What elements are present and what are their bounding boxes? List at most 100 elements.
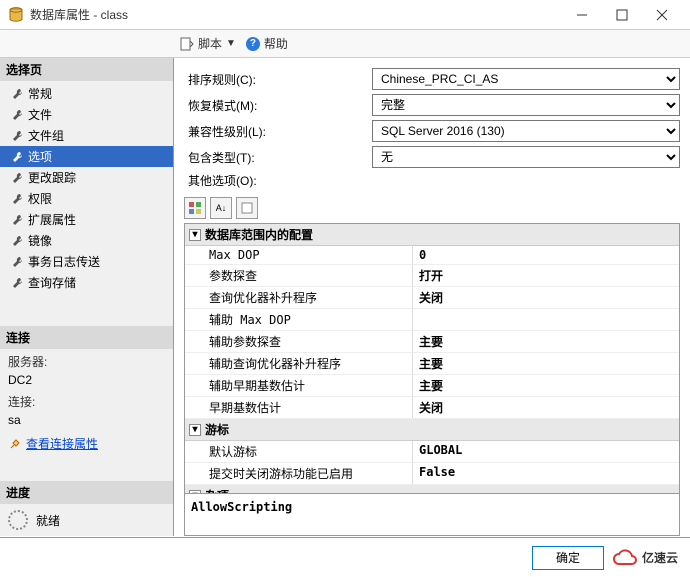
server-label: 服务器: bbox=[8, 353, 165, 371]
prop-name: Max DOP bbox=[185, 246, 413, 264]
sidebar: 选择页 常规 文件 文件组 选项 更改跟踪 权限 扩展属性 镜像 事务日志传送 … bbox=[0, 58, 174, 536]
wrench-icon bbox=[12, 214, 24, 226]
prop-value[interactable]: GLOBAL bbox=[413, 441, 679, 462]
wrench-icon bbox=[12, 235, 24, 247]
prop-name: 辅助早期基数估计 bbox=[185, 375, 413, 396]
current-property-description: AllowScripting bbox=[184, 494, 680, 536]
prop-name: 早期基数估计 bbox=[185, 397, 413, 418]
prop-name: 辅助查询优化器补升程序 bbox=[185, 353, 413, 374]
prop-value[interactable]: 关闭 bbox=[413, 397, 679, 418]
sidebar-item-options[interactable]: 选项 bbox=[0, 146, 173, 167]
cloud-icon bbox=[612, 549, 640, 567]
connection-header: 连接 bbox=[0, 326, 173, 349]
category-scoped-config[interactable]: ▾ 数据库范围内的配置 bbox=[185, 224, 679, 246]
az-icon: A↓ bbox=[216, 203, 227, 213]
page-icon bbox=[241, 202, 253, 214]
compat-row: 兼容性级别(L): SQL Server 2016 (130) bbox=[184, 120, 680, 142]
sidebar-item-permissions[interactable]: 权限 bbox=[0, 188, 173, 209]
other-options-row: 其他选项(O): bbox=[184, 172, 680, 189]
ok-button[interactable]: 确定 bbox=[532, 546, 604, 570]
chevron-down-icon: ▼ bbox=[226, 38, 236, 49]
categorized-button[interactable] bbox=[184, 197, 206, 219]
spinner-icon bbox=[8, 510, 28, 530]
recovery-label: 恢复模式(M): bbox=[184, 97, 372, 114]
category-label: 数据库范围内的配置 bbox=[205, 226, 313, 243]
conn-value: sa bbox=[8, 411, 165, 429]
prop-name: 查询优化器补升程序 bbox=[185, 287, 413, 308]
wrench-icon bbox=[12, 151, 24, 163]
containment-label: 包含类型(T): bbox=[184, 149, 372, 166]
sidebar-item-query-store[interactable]: 查询存储 bbox=[0, 272, 173, 293]
category-cursor[interactable]: ▾ 游标 bbox=[185, 419, 679, 441]
prop-name: 默认游标 bbox=[185, 441, 413, 462]
help-button[interactable]: ? 帮助 bbox=[246, 35, 288, 52]
compat-select[interactable]: SQL Server 2016 (130) bbox=[372, 120, 680, 142]
alphabetical-button[interactable]: A↓ bbox=[210, 197, 232, 219]
maximize-button[interactable] bbox=[602, 1, 642, 29]
sidebar-item-ext-props[interactable]: 扩展属性 bbox=[0, 209, 173, 230]
help-label: 帮助 bbox=[264, 35, 288, 52]
prop-row[interactable]: 辅助 Max DOP bbox=[185, 309, 679, 331]
prop-value[interactable]: 主要 bbox=[413, 375, 679, 396]
close-button[interactable] bbox=[642, 1, 682, 29]
sidebar-item-general[interactable]: 常规 bbox=[0, 83, 173, 104]
other-options-label: 其他选项(O): bbox=[184, 172, 372, 189]
prop-value[interactable]: 主要 bbox=[413, 353, 679, 374]
category-misc[interactable]: ▾杂项 bbox=[185, 485, 679, 494]
prop-row[interactable]: 查询优化器补升程序关闭 bbox=[185, 287, 679, 309]
collapse-icon[interactable]: ▾ bbox=[189, 229, 201, 241]
prop-value[interactable]: False bbox=[413, 463, 679, 484]
view-conn-props[interactable]: 查看连接属性 bbox=[8, 435, 165, 453]
script-dropdown[interactable]: 脚本 ▼ bbox=[180, 35, 236, 52]
prop-value[interactable]: 打开 bbox=[413, 265, 679, 286]
select-page-header: 选择页 bbox=[0, 58, 173, 81]
content-pane: 排序规则(C): Chinese_PRC_CI_AS 恢复模式(M): 完整 兼… bbox=[174, 58, 690, 536]
script-label: 脚本 bbox=[198, 35, 222, 52]
sidebar-item-label: 镜像 bbox=[28, 232, 52, 249]
ok-label: 确定 bbox=[556, 549, 580, 566]
prop-value[interactable]: 0 bbox=[413, 246, 679, 264]
prop-value[interactable] bbox=[413, 309, 679, 330]
prop-row[interactable]: 辅助查询优化器补升程序主要 bbox=[185, 353, 679, 375]
compat-label: 兼容性级别(L): bbox=[184, 123, 372, 140]
collapse-icon[interactable]: ▾ bbox=[189, 424, 201, 436]
category-label: 游标 bbox=[205, 421, 229, 438]
wrench-icon bbox=[12, 193, 24, 205]
sidebar-item-label: 事务日志传送 bbox=[28, 253, 100, 270]
prop-row[interactable]: Max DOP0 bbox=[185, 246, 679, 265]
wrench-icon bbox=[12, 88, 24, 100]
prop-value[interactable]: 主要 bbox=[413, 331, 679, 352]
collation-label: 排序规则(C): bbox=[184, 71, 372, 88]
prop-value[interactable]: 关闭 bbox=[413, 287, 679, 308]
wrench-icon bbox=[12, 172, 24, 184]
prop-name: 辅助参数探查 bbox=[185, 331, 413, 352]
grid-toolbar: A↓ bbox=[184, 197, 680, 219]
recovery-select[interactable]: 完整 bbox=[372, 94, 680, 116]
sidebar-item-mirroring[interactable]: 镜像 bbox=[0, 230, 173, 251]
prop-row[interactable]: 辅助早期基数估计主要 bbox=[185, 375, 679, 397]
property-grid[interactable]: ▾数据库范围内的配置 Max DOP0 参数探查打开 查询优化器补升程序关闭 辅… bbox=[184, 223, 680, 494]
sidebar-item-change-tracking[interactable]: 更改跟踪 bbox=[0, 167, 173, 188]
containment-select[interactable]: 无 bbox=[372, 146, 680, 168]
prop-row[interactable]: 参数探查打开 bbox=[185, 265, 679, 287]
sidebar-item-log-shipping[interactable]: 事务日志传送 bbox=[0, 251, 173, 272]
sidebar-item-files[interactable]: 文件 bbox=[0, 104, 173, 125]
brand-text: 亿速云 bbox=[642, 549, 678, 566]
properties-button[interactable] bbox=[236, 197, 258, 219]
prop-row[interactable]: 默认游标GLOBAL bbox=[185, 441, 679, 463]
sidebar-item-label: 查询存储 bbox=[28, 274, 76, 291]
view-conn-link: 查看连接属性 bbox=[26, 435, 98, 453]
server-value: DC2 bbox=[8, 371, 165, 389]
prop-row[interactable]: 早期基数估计关闭 bbox=[185, 397, 679, 419]
collation-select[interactable]: Chinese_PRC_CI_AS bbox=[372, 68, 680, 90]
sidebar-item-filegroups[interactable]: 文件组 bbox=[0, 125, 173, 146]
prop-row[interactable]: 辅助参数探查主要 bbox=[185, 331, 679, 353]
progress-status: 就绪 bbox=[36, 512, 60, 529]
sidebar-item-label: 权限 bbox=[28, 190, 52, 207]
wrench-icon bbox=[12, 109, 24, 121]
minimize-button[interactable] bbox=[562, 1, 602, 29]
conn-label: 连接: bbox=[8, 393, 165, 411]
window-title: 数据库属性 - class bbox=[30, 6, 562, 23]
prop-row[interactable]: 提交时关闭游标功能已启用False bbox=[185, 463, 679, 485]
watermark: 亿速云 bbox=[612, 549, 678, 567]
